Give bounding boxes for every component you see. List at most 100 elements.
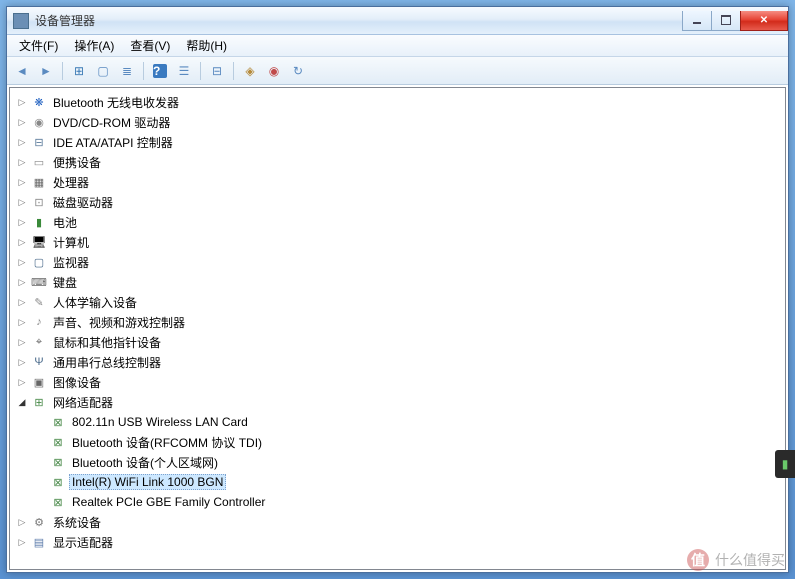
node-label[interactable]: 鼠标和其他指针设备 — [50, 333, 164, 352]
category-item[interactable]: ▷ 磁盘驱动器 — [12, 192, 783, 212]
device-manager-window: 设备管理器 文件(F) 操作(A) 查看(V) 帮助(H) ▷Bluetooth… — [6, 6, 789, 573]
uninstall-button[interactable] — [263, 60, 285, 82]
back-button[interactable] — [11, 60, 33, 82]
node-label[interactable]: 图像设备 — [50, 373, 104, 392]
scan-hardware-button[interactable] — [206, 60, 228, 82]
netc-icon — [50, 494, 66, 510]
node-label[interactable]: DVD/CD-ROM 驱动器 — [50, 113, 173, 132]
menu-help[interactable]: 帮助(H) — [178, 35, 235, 56]
expander-icon[interactable]: ▷ — [14, 194, 30, 210]
mon-icon — [31, 254, 47, 270]
node-label[interactable]: 网络适配器 — [50, 393, 116, 412]
device-item[interactable]: ▷Realtek PCIe GBE Family Controller — [31, 492, 783, 512]
disp-icon — [31, 534, 47, 550]
node-label[interactable]: Intel(R) WiFi Link 1000 BGN — [69, 474, 226, 490]
show-hide-tree-button[interactable] — [68, 60, 90, 82]
node-label[interactable]: 处理器 — [50, 173, 92, 192]
menu-file[interactable]: 文件(F) — [11, 35, 66, 56]
expander-icon[interactable]: ▷ — [14, 234, 30, 250]
category-item[interactable]: ▷ 图像设备 — [12, 372, 783, 392]
menu-view[interactable]: 查看(V) — [122, 35, 178, 56]
category-item[interactable]: ▷ 计算机 — [12, 232, 783, 252]
kb-icon — [31, 274, 47, 290]
expander-icon[interactable]: ▷ — [14, 254, 30, 270]
device-item[interactable]: ▷802.11n USB Wireless LAN Card — [31, 412, 783, 432]
minimize-button[interactable] — [682, 11, 712, 31]
expander-icon[interactable]: ▷ — [14, 154, 30, 170]
category-item[interactable]: ▷ Bluetooth 无线电收发器 — [12, 92, 783, 112]
expander-icon[interactable]: ▷ — [14, 114, 30, 130]
node-label[interactable]: 磁盘驱动器 — [50, 193, 116, 212]
window-buttons — [683, 11, 788, 31]
category-item[interactable]: ▷ 人体学输入设备 — [12, 292, 783, 312]
node-label[interactable]: 系统设备 — [50, 513, 104, 532]
expander-icon[interactable]: ▷ — [14, 314, 30, 330]
expander-icon[interactable]: ◢ — [14, 394, 30, 410]
category-item[interactable]: ▷ DVD/CD-ROM 驱动器 — [12, 112, 783, 132]
node-label[interactable]: Bluetooth 设备(RFCOMM 协议 TDI) — [69, 433, 265, 452]
netc-icon — [50, 414, 66, 430]
help-button[interactable] — [149, 60, 171, 82]
disc-icon — [31, 114, 47, 130]
item-properties-button[interactable] — [173, 60, 195, 82]
category-item[interactable]: ▷ 键盘 — [12, 272, 783, 292]
device-tree: ▷ Bluetooth 无线电收发器 ▷ DVD/CD-ROM 驱动器 ▷ IDE ATA… — [12, 92, 783, 552]
device-item[interactable]: ▷Intel(R) WiFi Link 1000 BGN — [31, 472, 783, 492]
node-label[interactable]: Bluetooth 无线电收发器 — [50, 93, 182, 112]
node-label[interactable]: 便携设备 — [50, 153, 104, 172]
category-item[interactable]: ▷ 鼠标和其他指针设备 — [12, 332, 783, 352]
expander-icon[interactable]: ▷ — [14, 274, 30, 290]
expander-icon[interactable]: ▷ — [14, 294, 30, 310]
list-button[interactable] — [116, 60, 138, 82]
expander-icon[interactable]: ▷ — [14, 94, 30, 110]
node-label[interactable]: 显示适配器 — [50, 533, 116, 552]
device-item[interactable]: ▷Bluetooth 设备(RFCOMM 协议 TDI) — [31, 432, 783, 452]
properties-button[interactable] — [92, 60, 114, 82]
titlebar[interactable]: 设备管理器 — [7, 7, 788, 35]
expander-icon[interactable]: ▷ — [14, 514, 30, 530]
category-item[interactable]: ▷ 电池 — [12, 212, 783, 232]
forward-button[interactable] — [35, 60, 57, 82]
category-item[interactable]: ▷ 显示适配器 — [12, 532, 783, 552]
category-item[interactable]: ▷ 通用串行总线控制器 — [12, 352, 783, 372]
menu-action[interactable]: 操作(A) — [66, 35, 122, 56]
refresh-button[interactable] — [287, 60, 309, 82]
expander-icon[interactable]: ▷ — [14, 354, 30, 370]
node-label[interactable]: 监视器 — [50, 253, 92, 272]
node-label[interactable]: 电池 — [50, 213, 80, 232]
category-item[interactable]: ▷ 声音、视频和游戏控制器 — [12, 312, 783, 332]
expander-icon[interactable]: ▷ — [14, 134, 30, 150]
close-button[interactable] — [740, 11, 788, 31]
node-label[interactable]: 键盘 — [50, 273, 80, 292]
category-item[interactable]: ▷ 处理器 — [12, 172, 783, 192]
netc-icon — [50, 454, 66, 470]
hid-icon — [31, 294, 47, 310]
category-item[interactable]: ▷ 便携设备 — [12, 152, 783, 172]
separator — [143, 62, 144, 80]
expander-icon[interactable]: ▷ — [14, 334, 30, 350]
node-label[interactable]: 人体学输入设备 — [50, 293, 140, 312]
expander-icon[interactable]: ▷ — [14, 214, 30, 230]
node-label[interactable]: Realtek PCIe GBE Family Controller — [69, 494, 268, 510]
bt-icon — [31, 94, 47, 110]
node-label[interactable]: 802.11n USB Wireless LAN Card — [69, 414, 251, 430]
category-item[interactable]: ◢ 网络适配器 — [12, 392, 783, 412]
update-driver-button[interactable] — [239, 60, 261, 82]
category-item[interactable]: ▷ 系统设备 — [12, 512, 783, 532]
watermark-text: 什么值得买 — [715, 550, 785, 570]
separator — [62, 62, 63, 80]
tree-content[interactable]: ▷ Bluetooth 无线电收发器 ▷ DVD/CD-ROM 驱动器 ▷ IDE ATA… — [9, 87, 786, 570]
expander-icon[interactable]: ▷ — [14, 374, 30, 390]
node-label[interactable]: 计算机 — [50, 233, 92, 252]
node-label[interactable]: Bluetooth 设备(个人区域网) — [69, 453, 221, 472]
category-item[interactable]: ▷ 监视器 — [12, 252, 783, 272]
device-item[interactable]: ▷Bluetooth 设备(个人区域网) — [31, 452, 783, 472]
expander-icon[interactable]: ▷ — [14, 174, 30, 190]
category-item[interactable]: ▷ IDE ATA/ATAPI 控制器 — [12, 132, 783, 152]
node-label[interactable]: 通用串行总线控制器 — [50, 353, 164, 372]
net-icon — [31, 394, 47, 410]
node-label[interactable]: IDE ATA/ATAPI 控制器 — [50, 133, 176, 152]
maximize-button[interactable] — [711, 11, 741, 31]
expander-icon[interactable]: ▷ — [14, 534, 30, 550]
node-label[interactable]: 声音、视频和游戏控制器 — [50, 313, 188, 332]
